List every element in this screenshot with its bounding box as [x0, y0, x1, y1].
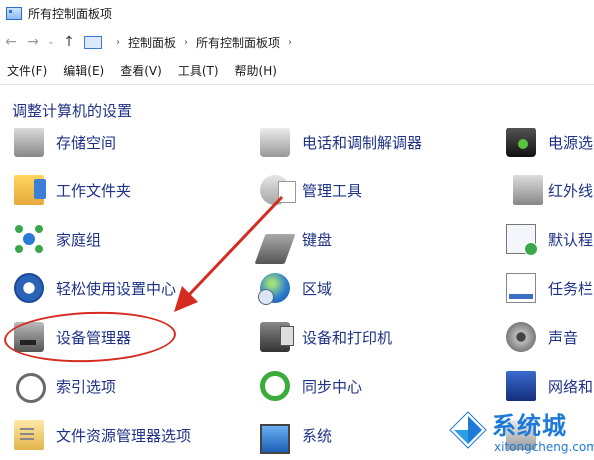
watermark-brand: 系统城	[492, 412, 567, 440]
watermark: 系统城 xitongcheng.com	[448, 400, 594, 460]
watermark-site: xitongcheng.com	[494, 440, 594, 454]
watermark-logo-icon	[449, 411, 487, 449]
annotation-arrow	[174, 195, 284, 312]
arrow-shaft	[184, 195, 284, 300]
